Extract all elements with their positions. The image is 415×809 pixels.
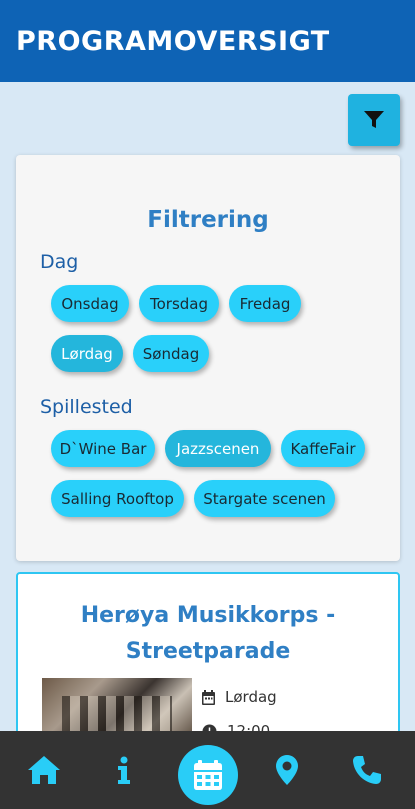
event-day: Lørdag: [225, 688, 277, 706]
filter-icon: [364, 111, 384, 128]
nav-phone[interactable]: [350, 731, 384, 809]
filter-panel: Filtrering Dag Onsdag Torsdag Fredag Lør…: [16, 155, 400, 561]
nav-location[interactable]: [274, 731, 300, 809]
day-section-label: Dag: [40, 251, 79, 273]
page-title: PROGRAMOVERSIGT: [16, 25, 330, 57]
nav-home[interactable]: [24, 731, 64, 809]
phone-icon: [353, 756, 381, 784]
event-title: Herøya Musikkorps - Streetparade: [80, 603, 336, 664]
event-image: [42, 678, 192, 738]
day-chips: Onsdag Torsdag Fredag Lørdag Søndag: [51, 285, 391, 385]
bottom-navigation: [0, 731, 415, 809]
day-chip-fredag[interactable]: Fredag: [229, 285, 301, 322]
location-icon: [276, 755, 298, 785]
nav-program[interactable]: [178, 745, 238, 805]
day-chip-onsdag[interactable]: Onsdag: [51, 285, 129, 322]
calendar-icon: [202, 689, 215, 705]
venue-chip-stargate-scenen[interactable]: Stargate scenen: [194, 480, 335, 517]
home-icon: [28, 756, 60, 784]
day-chip-sondag[interactable]: Søndag: [133, 335, 209, 372]
calendar-icon: [194, 760, 222, 790]
info-icon: [118, 756, 130, 784]
day-chip-torsdag[interactable]: Torsdag: [139, 285, 219, 322]
venue-chip-kaffefair[interactable]: KaffeFair: [281, 430, 365, 467]
app-header: PROGRAMOVERSIGT: [0, 0, 415, 82]
venue-chip-salling-rooftop[interactable]: Salling Rooftop: [51, 480, 184, 517]
filter-title: Filtrering: [147, 207, 269, 233]
venue-chip-jazzscenen[interactable]: Jazzscenen: [165, 430, 271, 467]
venue-section-label: Spillested: [40, 396, 133, 418]
filter-button[interactable]: [348, 94, 400, 146]
venue-chip-dwine-bar[interactable]: D`Wine Bar: [51, 430, 155, 467]
event-day-row: Lørdag: [202, 688, 277, 706]
day-chip-lordag[interactable]: Lørdag: [51, 335, 123, 372]
venue-chips: D`Wine Bar Jazzscenen KaffeFair Salling …: [51, 430, 391, 530]
nav-info[interactable]: [112, 731, 136, 809]
